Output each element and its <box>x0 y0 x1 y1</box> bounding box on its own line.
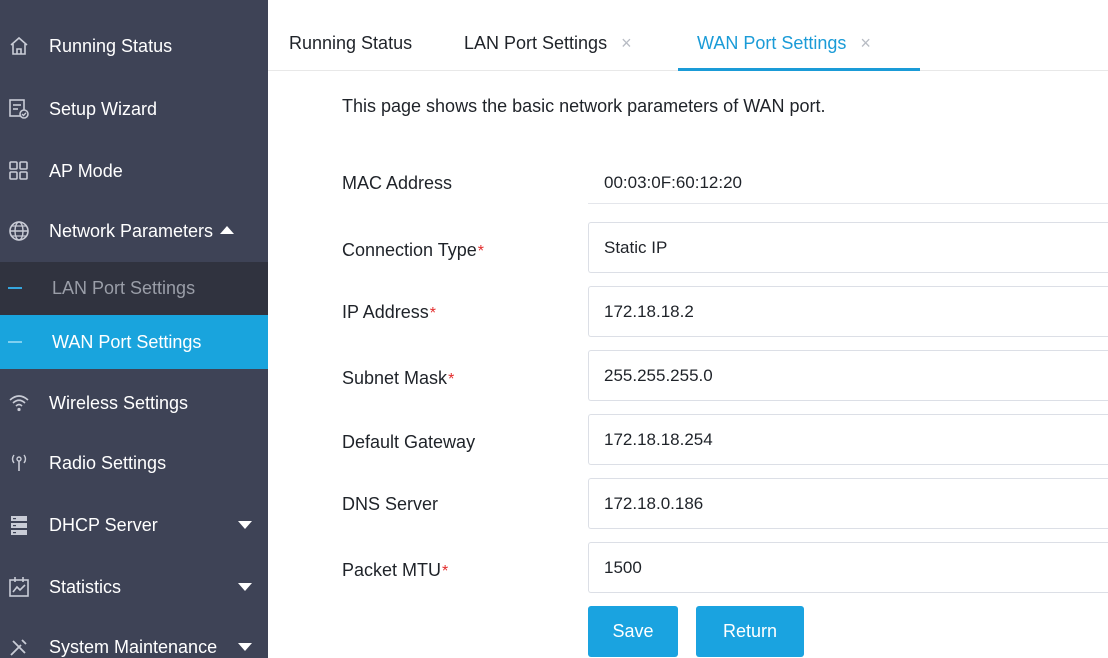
chevron-down-icon <box>238 521 252 529</box>
tab-bar: Running Status LAN Port Settings × WAN P… <box>268 16 1108 71</box>
tab-label: Running Status <box>289 33 413 53</box>
default-gateway-input[interactable]: 172.18.18.254 <box>588 414 1108 465</box>
sidebar-item-label-wrap: Network Parameters <box>49 220 235 242</box>
sidebar-item-label: Wireless Settings <box>49 392 189 413</box>
ap-mode-icon <box>8 160 30 182</box>
dash-icon <box>8 287 22 289</box>
connection-type-label: Connection Type* <box>342 240 484 261</box>
close-icon[interactable]: × <box>860 33 871 54</box>
tab-label: LAN Port Settings <box>464 33 608 53</box>
field-label: Connection Type <box>342 240 477 260</box>
save-button[interactable]: Save <box>588 606 678 657</box>
field-label: DNS Server <box>342 494 439 514</box>
tab-wan-port-settings[interactable]: WAN Port Settings × <box>697 16 871 71</box>
mac-address-label: MAC Address <box>342 173 452 194</box>
radio-icon <box>8 452 30 474</box>
return-button[interactable]: Return <box>696 606 804 657</box>
sidebar-subitem-label: LAN Port Settings <box>52 277 196 298</box>
sidebar-subitem-label: WAN Port Settings <box>52 331 202 352</box>
sidebar-item-dhcp-server[interactable]: DHCP Server <box>0 495 268 555</box>
field-label: MAC Address <box>342 173 453 193</box>
sidebar: Running Status Setup Wizard AP Mode Netw… <box>0 0 268 658</box>
chart-icon <box>8 576 30 598</box>
divider <box>588 203 1108 204</box>
close-icon[interactable]: × <box>621 33 632 54</box>
active-tab-indicator <box>678 68 920 71</box>
field-label: IP Address <box>342 302 429 322</box>
subnet-mask-label: Subnet Mask* <box>342 368 454 389</box>
required-mark: * <box>477 243 484 260</box>
sidebar-item-label: System Maintenance <box>49 636 218 657</box>
sidebar-item-label: AP Mode <box>49 160 123 181</box>
globe-icon <box>8 220 30 242</box>
dns-server-input[interactable]: 172.18.0.186 <box>588 478 1108 529</box>
connection-type-select[interactable]: Static IP <box>588 222 1108 273</box>
sidebar-item-system-maintenance[interactable]: System Maintenance <box>0 617 268 658</box>
wifi-icon <box>8 392 30 414</box>
sidebar-item-statistics[interactable]: Statistics <box>0 557 268 617</box>
field-label: Subnet Mask <box>342 368 448 388</box>
ip-address-input[interactable]: 172.18.18.2 <box>588 286 1108 337</box>
sidebar-item-setup-wizard[interactable]: Setup Wizard <box>0 79 268 139</box>
chevron-up-icon <box>220 225 235 234</box>
packet-mtu-label: Packet MTU* <box>342 560 448 581</box>
sidebar-item-label: Network Parameters <box>49 220 214 241</box>
server-icon <box>8 514 30 536</box>
tab-label: WAN Port Settings <box>697 33 847 53</box>
sidebar-item-label: DHCP Server <box>49 514 158 535</box>
sidebar-item-wireless-settings[interactable]: Wireless Settings <box>0 373 268 433</box>
sidebar-item-running-status[interactable]: Running Status <box>0 16 268 76</box>
sidebar-subitem-lan-port-settings[interactable]: LAN Port Settings <box>0 262 268 314</box>
sidebar-item-label: Statistics <box>49 576 122 597</box>
home-icon <box>8 35 30 57</box>
tools-icon <box>8 636 30 658</box>
sidebar-subitem-wan-port-settings[interactable]: WAN Port Settings <box>0 315 268 369</box>
page-description: This page shows the basic network parame… <box>342 96 826 116</box>
sidebar-item-radio-settings[interactable]: Radio Settings <box>0 433 268 493</box>
sidebar-item-ap-mode[interactable]: AP Mode <box>0 141 268 201</box>
default-gateway-label: Default Gateway <box>342 432 475 453</box>
sidebar-item-label: Radio Settings <box>49 452 167 473</box>
field-label: Default Gateway <box>342 432 476 452</box>
required-mark: * <box>429 305 436 322</box>
field-label: Packet MTU <box>342 560 442 580</box>
wizard-icon <box>8 98 30 120</box>
required-mark: * <box>442 563 449 580</box>
subnet-mask-input[interactable]: 255.255.255.0 <box>588 350 1108 401</box>
packet-mtu-input[interactable]: 1500 <box>588 542 1108 593</box>
chevron-down-icon <box>238 583 252 591</box>
required-mark: * <box>448 371 455 388</box>
chevron-down-icon <box>238 643 252 651</box>
ip-address-label: IP Address* <box>342 302 436 323</box>
sidebar-item-label: Running Status <box>49 35 173 56</box>
tab-running-status[interactable]: Running Status <box>289 16 412 71</box>
sidebar-item-label: Setup Wizard <box>49 98 158 119</box>
dns-server-label: DNS Server <box>342 494 438 515</box>
mac-address-value: 00:03:0F:60:12:20 <box>604 173 743 192</box>
tab-lan-port-settings[interactable]: LAN Port Settings × <box>464 16 632 71</box>
sidebar-item-network-parameters[interactable]: Network Parameters <box>0 201 268 261</box>
dash-icon <box>8 341 22 343</box>
